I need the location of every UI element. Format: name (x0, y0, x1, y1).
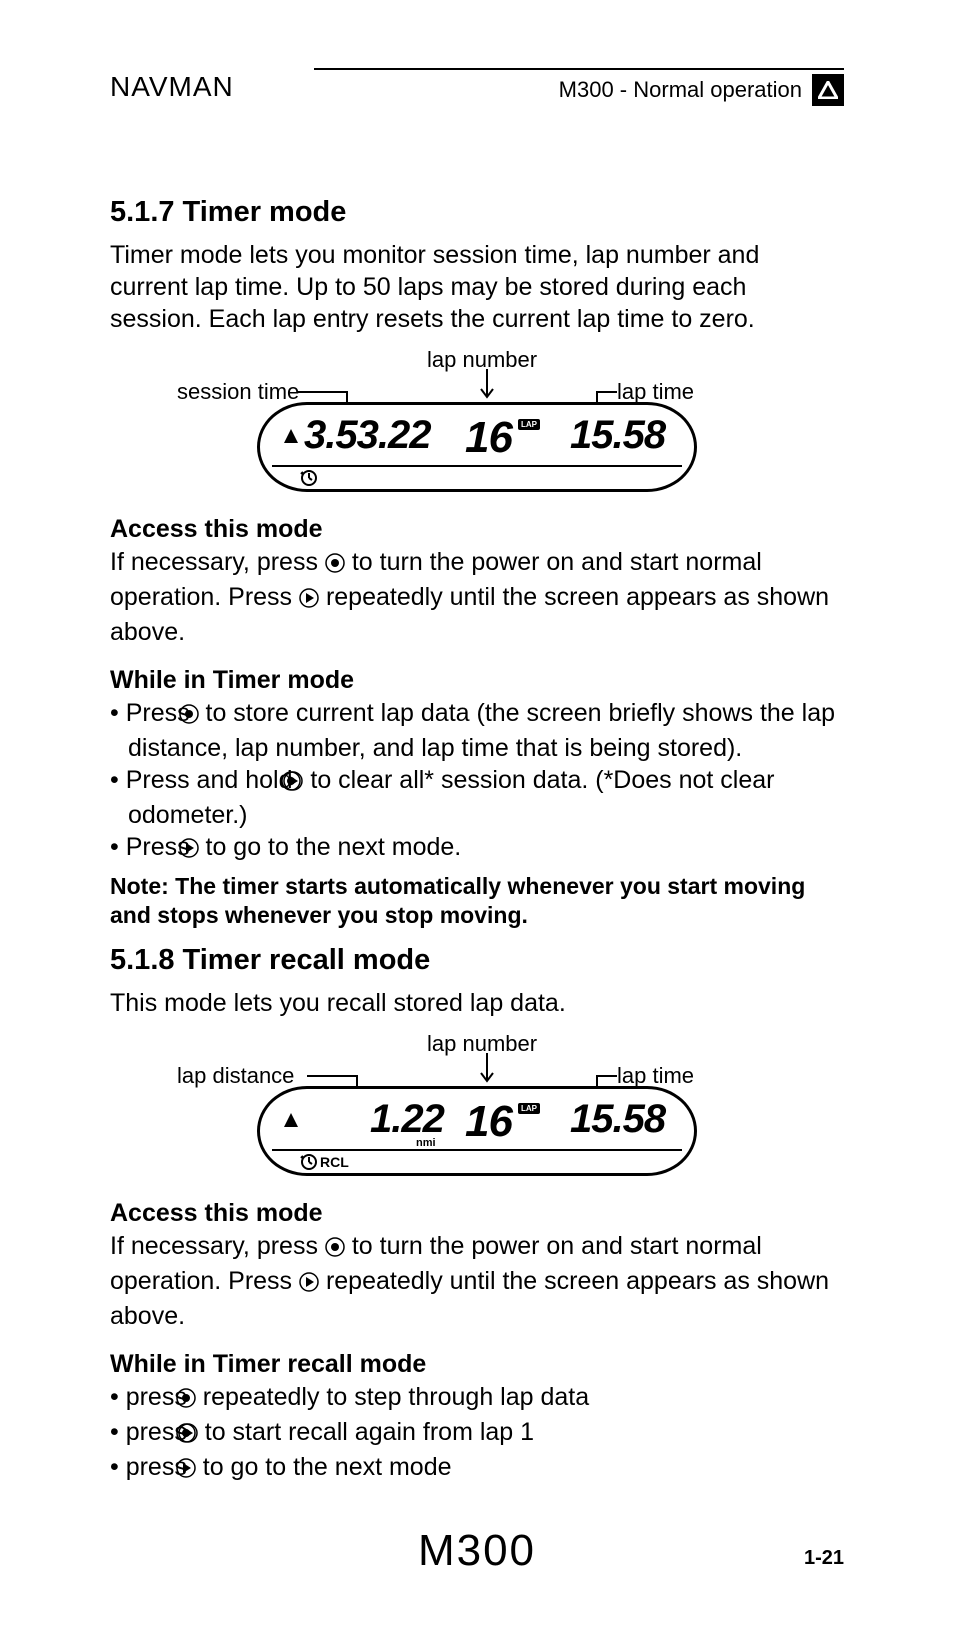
lcd-lap-tag: LAP (518, 419, 540, 430)
timer-note: Note: The timer starts automatically whe… (110, 872, 844, 930)
dot-button-icon (325, 1233, 345, 1265)
list-item: Press and hold to clear all* session dat… (110, 764, 844, 831)
list-item: press to start recall again from lap 1 (110, 1416, 844, 1451)
lcd-lap-tag: LAP (518, 1103, 540, 1114)
play-button-icon (299, 584, 319, 616)
section-5-1-8-heading: 5.1.8 Timer recall mode (110, 944, 844, 977)
clock-icon (300, 469, 318, 492)
access-mode-heading-2: Access this mode (110, 1199, 844, 1228)
timer-mode-bullets: Press to store current lap data (the scr… (110, 697, 844, 866)
while-timer-heading: While in Timer mode (110, 666, 844, 695)
clock-icon (300, 1153, 318, 1176)
page-number: 1-21 (804, 1547, 844, 1570)
brand-logo: NAVMAN (110, 71, 234, 103)
list-item: Press to store current lap data (the scr… (110, 697, 844, 764)
page-header: NAVMAN M300 - Normal operation (110, 68, 844, 106)
lcd-unit: nmi (416, 1137, 436, 1149)
access-mode-heading-1: Access this mode (110, 515, 844, 544)
dot-button-icon (325, 549, 345, 581)
callout-lap-distance: lap distance (177, 1063, 294, 1089)
lcd-display: 1.22 nmi 16 LAP 15.58 RCL (257, 1086, 697, 1176)
recall-mode-bullets: press repeatedly to step through lap dat… (110, 1381, 844, 1486)
callout-lap-time: lap time (617, 1063, 694, 1089)
lcd-lap-time: 15.58 (570, 1097, 665, 1142)
lcd-session-time: 3.53.22 (304, 413, 430, 458)
section-5-1-8-intro: This mode lets you recall stored lap dat… (110, 987, 844, 1019)
figure-timer-mode: session time lap number lap time 3.53.22… (110, 347, 844, 497)
play-button-icon (299, 1268, 319, 1300)
section-5-1-7-heading: 5.1.7 Timer mode (110, 196, 844, 229)
satellite-icon (282, 1111, 300, 1134)
lcd-lap-distance: 1.22 (370, 1097, 444, 1142)
header-right: M300 - Normal operation (314, 68, 844, 106)
section-badge-icon (812, 74, 844, 106)
list-item: press to go to the next mode (110, 1451, 844, 1486)
lcd-rcl: RCL (320, 1154, 349, 1170)
while-recall-heading: While in Timer recall mode (110, 1350, 844, 1379)
access-mode-text-1: If necessary, press to turn the power on… (110, 546, 844, 648)
callout-session-time: session time (177, 379, 299, 405)
figure-timer-recall: lap distance lap number lap time 1.22 nm… (110, 1031, 844, 1181)
list-item: Press to go to the next mode. (110, 831, 844, 866)
list-item: press repeatedly to step through lap dat… (110, 1381, 844, 1416)
header-section-label: M300 - Normal operation (559, 77, 802, 103)
access-mode-text-2: If necessary, press to turn the power on… (110, 1230, 844, 1332)
page-content: NAVMAN M300 - Normal operation 5.1.7 Tim… (0, 0, 954, 1486)
footer-logo: M300 (418, 1526, 536, 1576)
page-footer: M300 1-21 (0, 1526, 954, 1576)
lcd-lap-number: 16 (465, 1097, 512, 1147)
satellite-icon (282, 427, 300, 450)
section-5-1-7-intro: Timer mode lets you monitor session time… (110, 239, 844, 335)
lcd-lap-time: 15.58 (570, 413, 665, 458)
lcd-display: 3.53.22 16 LAP 15.58 (257, 402, 697, 492)
lcd-lap-number: 16 (465, 413, 512, 463)
